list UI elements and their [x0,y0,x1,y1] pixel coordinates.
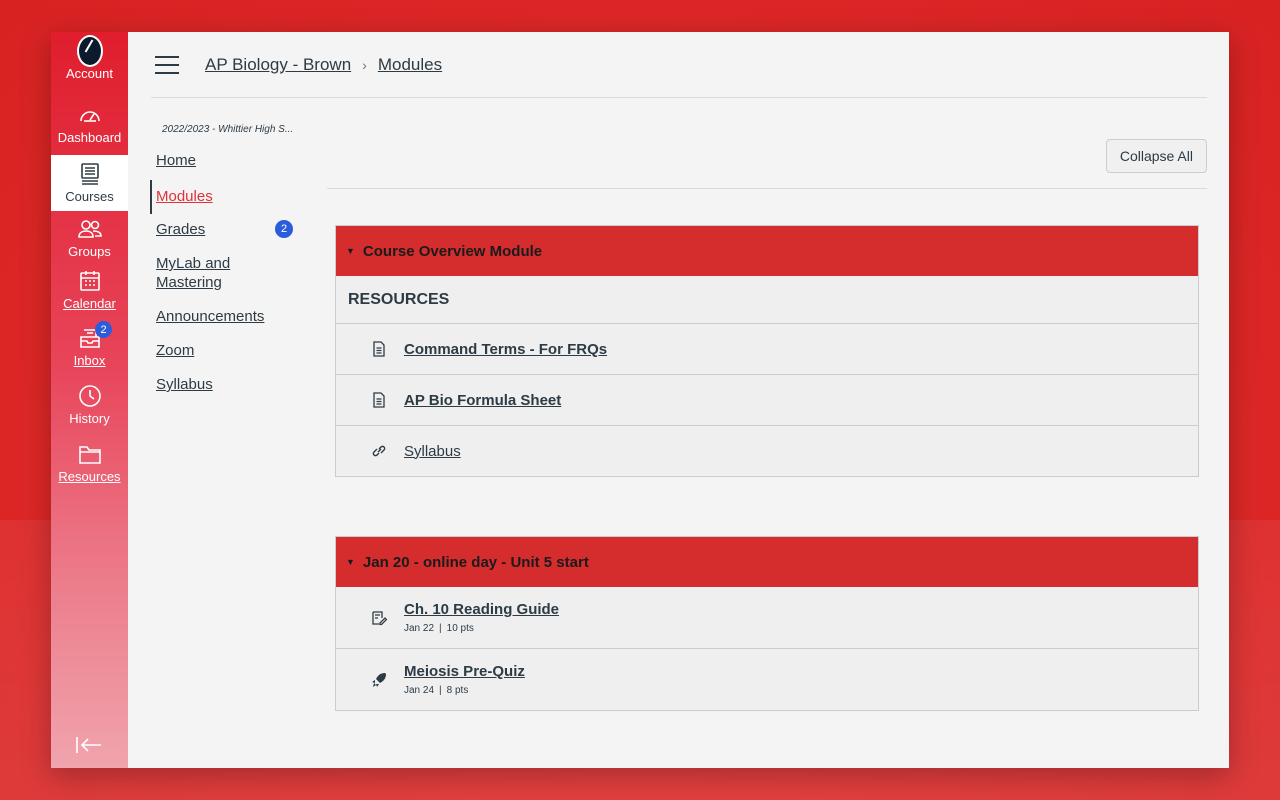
module-item-link[interactable]: Command Terms - For FRQs [404,341,607,358]
course-nav-home[interactable]: Home [151,151,321,170]
module-item: AP Bio Formula Sheet [336,375,1198,426]
grades-badge: 2 [275,220,293,238]
module-title: Course Overview Module [362,242,543,260]
global-nav-courses[interactable]: Courses [51,155,128,211]
global-nav: Account Dashboard Courses Groups Calenda… [51,32,128,768]
collapse-all-button[interactable]: Collapse All [1105,139,1207,173]
global-nav-inbox[interactable]: 2 Inbox [51,321,128,381]
page-icon [370,340,388,358]
global-nav-label: Courses [65,189,114,204]
folder-icon [77,441,103,467]
app-window: Account Dashboard Courses Groups Calenda… [51,32,1229,768]
module-item-meta: Jan 24 | 8 pts [404,685,525,696]
history-icon [77,383,103,409]
collapse-nav-icon[interactable] [75,734,103,756]
inbox-badge: 2 [95,321,112,338]
account-avatar [76,35,103,67]
link-icon [370,442,388,460]
groups-icon [77,216,103,242]
module-item-body: Ch. 10 Reading Guide Jan 22 | 10 pts [404,601,559,634]
page-header: AP Biology - Brown › Modules [151,32,1207,98]
course-nav-syllabus[interactable]: Syllabus [151,375,321,394]
module-item: Command Terms - For FRQs [336,324,1198,375]
quiz-icon [370,671,388,689]
breadcrumb-separator-icon: › [362,56,367,73]
hamburger-menu-icon[interactable] [155,55,179,74]
global-nav-dashboard[interactable]: Dashboard [51,102,128,158]
page-icon [370,391,388,409]
module-item-link[interactable]: Meiosis Pre-Quiz [404,663,525,680]
module-item-body: Meiosis Pre-Quiz Jan 24 | 8 pts [404,663,525,696]
global-nav-account[interactable]: Account [51,35,128,94]
global-nav-label: Groups [68,244,111,259]
courses-icon [77,161,103,187]
course-nav: 2022/2023 - Whittier High S... Home Modu… [150,98,321,394]
due-date: Jan 22 [404,623,435,634]
course-nav-grades[interactable]: Grades [151,220,321,239]
calendar-icon [77,268,103,294]
global-nav-label: Dashboard [57,130,122,145]
module-item-link[interactable]: Ch. 10 Reading Guide [404,601,559,618]
global-nav-calendar[interactable]: Calendar [51,268,128,324]
global-nav-label: History [69,411,110,426]
global-nav-groups[interactable]: Groups [51,216,128,272]
breadcrumb: AP Biology - Brown › Modules [205,55,442,75]
global-nav-history[interactable]: History [51,383,128,439]
module-jan-20: ▼ Jan 20 - online day - Unit 5 start Ch.… [335,536,1199,711]
module-item: Syllabus [336,426,1198,476]
global-nav-label: Calendar [63,296,116,311]
breadcrumb-modules[interactable]: Modules [378,55,442,75]
course-nav-announcements[interactable]: Announcements [151,307,321,326]
course-nav-mylab[interactable]: MyLab and Mastering [151,254,241,292]
global-nav-label: Inbox [73,353,106,368]
module-item: Ch. 10 Reading Guide Jan 22 | 10 pts [336,587,1198,649]
breadcrumb-course[interactable]: AP Biology - Brown [205,55,351,75]
dashboard-icon [77,102,103,128]
collapse-triangle-icon: ▼ [346,246,355,256]
module-title: Jan 20 - online day - Unit 5 start [362,553,589,571]
module-header[interactable]: ▼ Jan 20 - online day - Unit 5 start [336,537,1198,587]
module-item-link[interactable]: AP Bio Formula Sheet [404,392,561,409]
course-nav-modules[interactable]: Modules [150,180,218,214]
global-nav-label: Account [66,66,113,81]
global-nav-label: Resources [58,469,121,484]
global-nav-resources[interactable]: Resources [51,441,128,497]
assignment-icon [370,609,388,627]
points: 10 pts [446,623,474,634]
module-item-meta: Jan 22 | 10 pts [404,623,559,634]
meta-separator: | [439,623,442,634]
due-date: Jan 24 [404,685,435,696]
meta-separator: | [439,685,442,696]
collapse-triangle-icon: ▼ [346,557,355,567]
module-item-link[interactable]: Syllabus [404,443,461,460]
term-label: 2022/2023 - Whittier High S... [162,124,294,135]
module-course-overview: ▼ Course Overview Module RESOURCES Comma… [335,225,1199,477]
modules-toolbar: Collapse All [327,129,1207,189]
module-item: Meiosis Pre-Quiz Jan 24 | 8 pts [336,649,1198,710]
points: 8 pts [446,685,469,696]
module-subheader: RESOURCES [336,276,1198,324]
module-header[interactable]: ▼ Course Overview Module [336,226,1198,276]
course-nav-zoom[interactable]: Zoom [151,341,321,360]
course-nav-label: Grades [156,221,206,238]
